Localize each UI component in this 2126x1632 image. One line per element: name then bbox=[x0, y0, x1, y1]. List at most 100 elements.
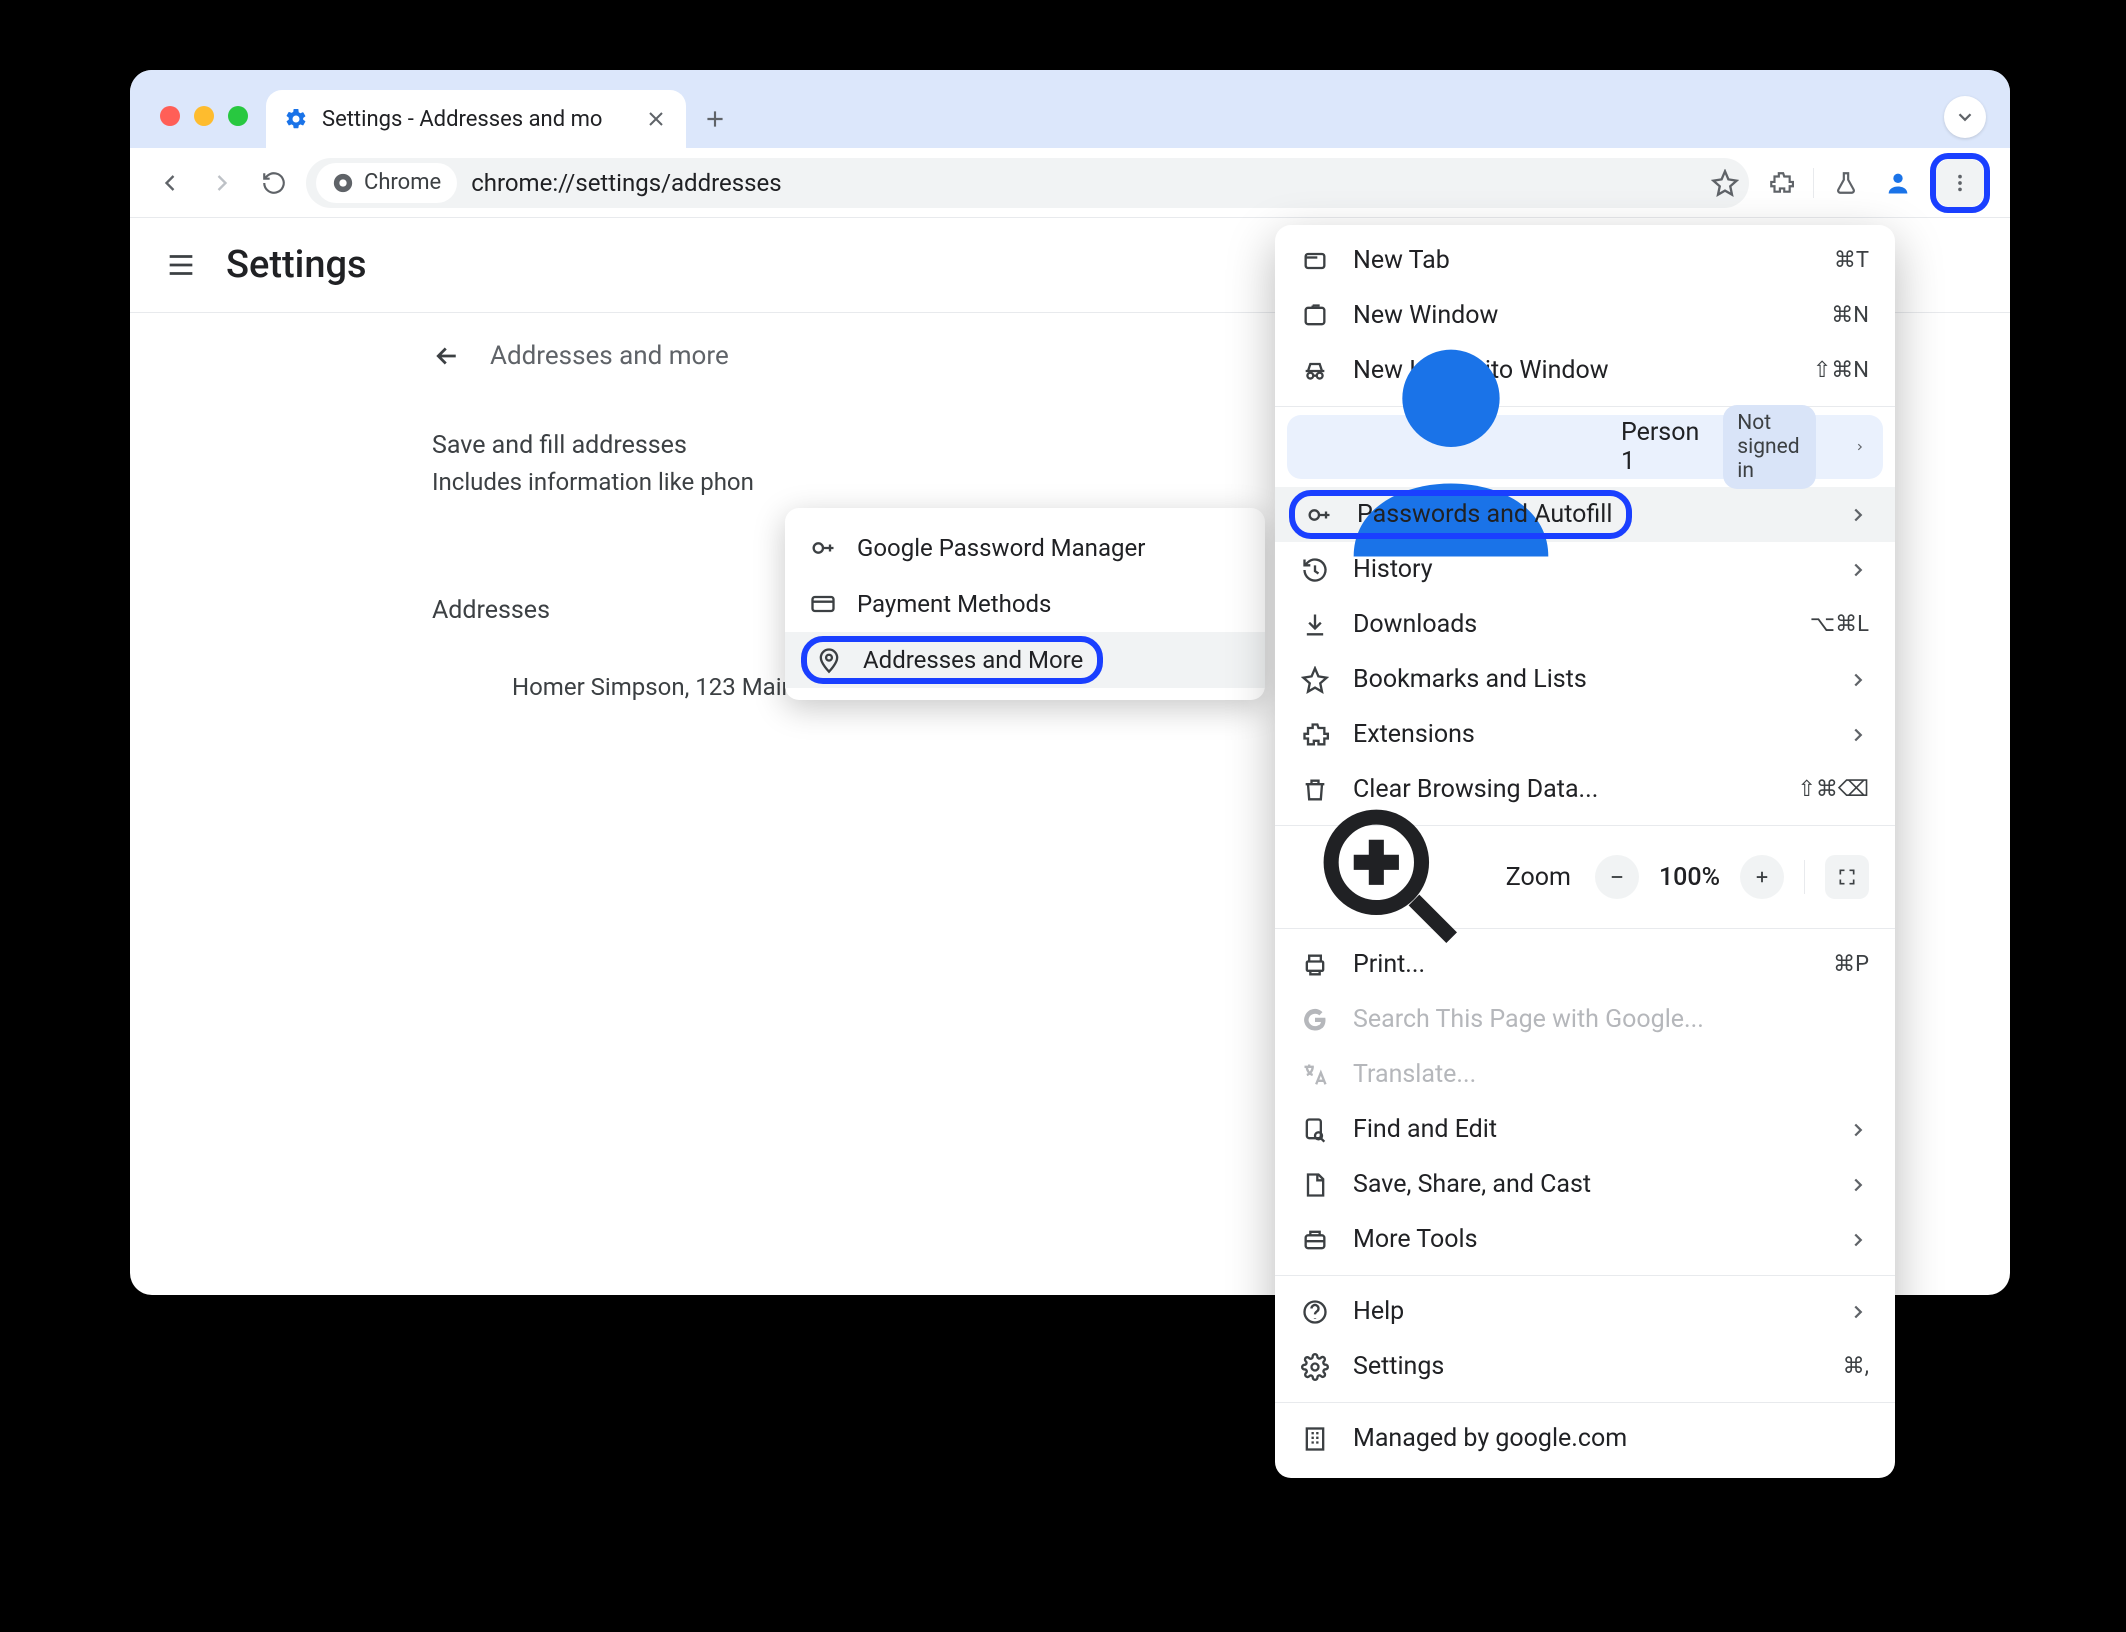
person-icon bbox=[1305, 301, 1597, 593]
omnibox[interactable]: Chrome chrome://settings/addresses bbox=[306, 158, 1749, 208]
extensions-button[interactable] bbox=[1761, 163, 1801, 203]
zoom-window-button[interactable] bbox=[228, 106, 248, 126]
menu-item-label: Passwords and Autofill bbox=[1357, 500, 1612, 529]
help-icon bbox=[1301, 1298, 1329, 1326]
menu-item-bookmarks[interactable]: Bookmarks and Lists bbox=[1275, 652, 1895, 707]
forward-button[interactable] bbox=[202, 163, 242, 203]
download-icon bbox=[1301, 611, 1329, 639]
plus-icon bbox=[1753, 868, 1771, 886]
menu-item-label: Translate... bbox=[1353, 1060, 1476, 1089]
arrow-left-icon[interactable] bbox=[432, 341, 462, 371]
menu-item-label: Save, Share, and Cast bbox=[1353, 1170, 1591, 1199]
page-title: Settings bbox=[226, 243, 367, 287]
zoom-label: Zoom bbox=[1506, 863, 1571, 892]
menu-shortcut: ⇧⌘⌫ bbox=[1797, 777, 1869, 802]
submenu-item-password-manager[interactable]: Google Password Manager bbox=[785, 520, 1265, 576]
menu-item-translate: Translate... bbox=[1275, 1047, 1895, 1102]
menu-item-label: Help bbox=[1353, 1297, 1404, 1326]
puzzle-icon bbox=[1301, 721, 1329, 749]
credit-card-icon bbox=[809, 590, 837, 618]
menu-item-save-share[interactable]: Save, Share, and Cast bbox=[1275, 1157, 1895, 1212]
menu-item-label: Search This Page with Google... bbox=[1353, 1005, 1704, 1034]
new-tab-button[interactable] bbox=[690, 94, 740, 144]
menu-item-label: Settings bbox=[1353, 1352, 1444, 1381]
minus-icon bbox=[1608, 868, 1626, 886]
menu-item-more-tools[interactable]: More Tools bbox=[1275, 1212, 1895, 1267]
menu-item-managed[interactable]: Managed by google.com bbox=[1275, 1411, 1895, 1466]
menu-item-search-page: Search This Page with Google... bbox=[1275, 992, 1895, 1047]
building-icon bbox=[1301, 1425, 1329, 1453]
breadcrumb-label: Addresses and more bbox=[490, 341, 729, 371]
overflow-menu-highlight bbox=[1930, 153, 1990, 213]
menu-zoom-row: Zoom 100% bbox=[1275, 834, 1895, 920]
chevron-right-icon bbox=[1847, 669, 1869, 691]
minimize-window-button[interactable] bbox=[194, 106, 214, 126]
document-search-icon bbox=[1301, 1116, 1329, 1144]
history-icon bbox=[1301, 556, 1329, 584]
traffic-lights bbox=[146, 106, 262, 148]
close-window-button[interactable] bbox=[160, 106, 180, 126]
submenu-item-label: Addresses and More bbox=[863, 646, 1083, 674]
menu-profile-row[interactable]: Person 1 Not signed in bbox=[1287, 415, 1883, 479]
fullscreen-button[interactable] bbox=[1825, 855, 1869, 899]
settings-gear-icon bbox=[284, 107, 308, 131]
bookmark-star-icon[interactable] bbox=[1711, 169, 1739, 197]
close-tab-icon[interactable] bbox=[644, 107, 668, 131]
menu-item-settings[interactable]: Settings ⌘, bbox=[1275, 1339, 1895, 1394]
puzzle-icon bbox=[1768, 170, 1794, 196]
url-text: chrome://settings/addresses bbox=[471, 169, 781, 197]
overflow-menu: New Tab ⌘T New Window ⌘N New Incognito W… bbox=[1275, 225, 1895, 1478]
chevron-right-icon bbox=[1847, 1301, 1869, 1323]
zoom-in-button[interactable] bbox=[1740, 855, 1784, 899]
menu-item-label: History bbox=[1353, 555, 1433, 584]
profile-button[interactable] bbox=[1878, 163, 1918, 203]
labs-button[interactable] bbox=[1826, 163, 1866, 203]
translate-icon bbox=[1301, 1061, 1329, 1089]
menu-item-extensions[interactable]: Extensions bbox=[1275, 707, 1895, 762]
menu-item-passwords-autofill[interactable]: Passwords and Autofill bbox=[1275, 487, 1895, 542]
menu-item-label: Extensions bbox=[1353, 720, 1475, 749]
key-icon bbox=[809, 534, 837, 562]
star-icon bbox=[1301, 666, 1329, 694]
tab-search-button[interactable] bbox=[1944, 96, 1986, 138]
reload-icon bbox=[261, 170, 287, 196]
back-button[interactable] bbox=[150, 163, 190, 203]
plus-icon bbox=[702, 106, 728, 132]
zoom-out-button[interactable] bbox=[1595, 855, 1639, 899]
chevron-right-icon bbox=[1847, 559, 1869, 581]
menu-item-label: Downloads bbox=[1353, 610, 1477, 639]
arrow-left-icon bbox=[156, 169, 184, 197]
addresses-highlight: Addresses and More bbox=[801, 636, 1103, 684]
profile-name: Person 1 bbox=[1621, 418, 1699, 476]
chevron-right-icon bbox=[1847, 1229, 1869, 1251]
dots-vertical-icon bbox=[1949, 172, 1971, 194]
menu-item-downloads[interactable]: Downloads ⌥⌘L bbox=[1275, 597, 1895, 652]
profile-badge: Not signed in bbox=[1723, 405, 1815, 489]
menu-shortcut: ⌘T bbox=[1834, 248, 1869, 273]
menu-icon[interactable] bbox=[164, 248, 198, 282]
menu-item-help[interactable]: Help bbox=[1275, 1284, 1895, 1339]
menu-item-find[interactable]: Find and Edit bbox=[1275, 1102, 1895, 1157]
chevron-right-icon bbox=[1854, 436, 1865, 458]
toolbar: Chrome chrome://settings/addresses bbox=[130, 148, 2010, 218]
menu-item-new-tab[interactable]: New Tab ⌘T bbox=[1275, 233, 1895, 288]
browser-tab[interactable]: Settings - Addresses and mo bbox=[266, 90, 686, 148]
menu-item-label: New Tab bbox=[1353, 246, 1450, 275]
gear-icon bbox=[1301, 1353, 1329, 1381]
menu-shortcut: ⌘P bbox=[1833, 952, 1869, 977]
person-icon bbox=[1884, 169, 1912, 197]
submenu-item-addresses[interactable]: Addresses and More bbox=[785, 632, 1265, 688]
chip-label: Chrome bbox=[364, 170, 441, 195]
arrow-right-icon bbox=[208, 169, 236, 197]
overflow-menu-button[interactable] bbox=[1936, 159, 1984, 207]
submenu-item-payment-methods[interactable]: Payment Methods bbox=[785, 576, 1265, 632]
tab-icon bbox=[1301, 247, 1329, 275]
site-chip[interactable]: Chrome bbox=[316, 163, 457, 203]
reload-button[interactable] bbox=[254, 163, 294, 203]
google-g-icon bbox=[1301, 1006, 1329, 1034]
submenu-item-label: Google Password Manager bbox=[857, 534, 1145, 562]
zoom-value: 100% bbox=[1659, 863, 1720, 892]
passwords-autofill-submenu: Google Password Manager Payment Methods … bbox=[785, 508, 1265, 700]
chevron-down-icon bbox=[1954, 106, 1976, 128]
chrome-logo-icon bbox=[332, 172, 354, 194]
